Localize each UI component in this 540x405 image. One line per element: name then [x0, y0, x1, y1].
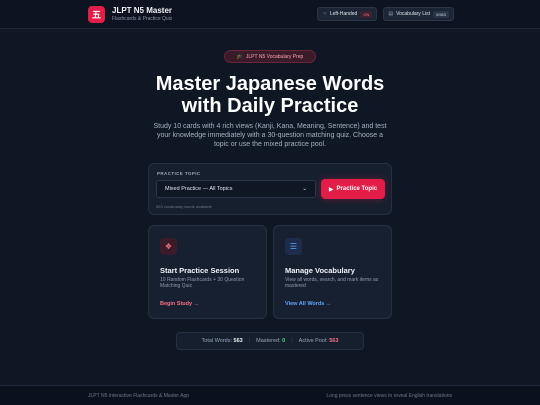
mastered-stat: Mastered: 0 — [256, 338, 285, 344]
topic-select-value: Mixed Practice — All Topics — [165, 186, 233, 192]
topic-select[interactable]: Mixed Practice — All Topics ⌄ — [156, 180, 316, 198]
total-words-stat: Total Words: 563 — [202, 338, 243, 344]
book-icon: ▤ — [388, 11, 394, 17]
total-words-value: 563 — [233, 338, 243, 344]
main-content: 🎓 JLPT N5 Vocabulary Prep Master Japanes… — [0, 29, 540, 385]
hero-badge: 🎓 JLPT N5 Vocabulary Prep — [224, 50, 316, 63]
mastered-value: 0 — [282, 338, 286, 344]
card-description: View all words, search, and mark items a… — [285, 277, 379, 289]
begin-study-link[interactable]: Begin Study → — [160, 301, 199, 307]
practice-topic-label: PRACTICE TOPIC — [157, 171, 201, 176]
chevron-down-icon: ⌄ — [302, 186, 307, 192]
footer-left-text: JLPT N5 Interactive Flashcards & Master … — [88, 392, 190, 399]
card-description: 10 Random Flashcards + 30 Question Match… — [160, 277, 245, 289]
footer: JLPT N5 Interactive Flashcards & Master … — [0, 385, 540, 405]
list-icon: ☰ — [285, 238, 302, 255]
vocabulary-list-button[interactable]: ▤ Vocabulary List 0/563 — [383, 7, 454, 21]
left-handed-toggle[interactable]: ☜ Left-Handed ON — [317, 7, 378, 21]
hero-title: Master Japanese Words with Daily Practic… — [0, 73, 540, 117]
practice-topic-card: PRACTICE TOPIC Mixed Practice — All Topi… — [148, 163, 392, 215]
words-available-note: 563 vocabulary words available — [156, 204, 212, 209]
manage-vocabulary-card[interactable]: ☰ Manage Vocabulary View all words, sear… — [273, 225, 392, 319]
vocabulary-count-badge: 0/563 — [432, 10, 449, 18]
vocabulary-list-label: Vocabulary List — [396, 11, 430, 17]
card-title: Manage Vocabulary — [285, 266, 355, 275]
play-icon: ▶ — [328, 186, 334, 193]
divider: | — [291, 338, 293, 344]
hero-title-line1: Master Japanese Words — [155, 73, 385, 95]
app-logo: 五 — [88, 5, 105, 23]
active-pool-value: 563 — [329, 338, 339, 344]
hand-icon: ☜ — [322, 11, 327, 17]
top-bar: 五 JLPT N5 Master Flashcards & Practice Q… — [0, 0, 540, 29]
top-actions: ☜ Left-Handed ON ▤ Vocabulary List 0/563 — [317, 7, 454, 21]
footer-right-text: Long press sentence views to reveal Engl… — [326, 392, 452, 399]
hero-title-line2: with Daily Practice — [181, 95, 359, 117]
brand: JLPT N5 Master Flashcards & Practice Qui… — [112, 5, 173, 22]
mastered-label: Mastered: — [256, 338, 281, 344]
app-subtitle: Flashcards & Practice Quiz — [112, 15, 173, 22]
active-pool-label: Active Pool: — [298, 338, 328, 344]
view-all-words-link[interactable]: View All Words → — [285, 301, 331, 307]
left-handed-state: ON — [360, 10, 373, 18]
total-words-label: Total Words: — [201, 338, 233, 344]
layers-icon: ❖ — [160, 238, 177, 255]
stats-bar: Total Words: 563 | Mastered: 0 | Active … — [176, 332, 364, 350]
hero-description: Study 10 cards with 4 rich views (Kanji,… — [153, 123, 387, 148]
active-pool-stat: Active Pool: 563 — [299, 338, 339, 344]
start-practice-card[interactable]: ❖ Start Practice Session 10 Random Flash… — [148, 225, 267, 319]
app-title: JLPT N5 Master — [112, 5, 173, 15]
graduation-cap-icon: 🎓 — [236, 53, 243, 60]
divider: | — [248, 338, 251, 344]
practice-topic-button[interactable]: ▶ Practice Topic — [321, 179, 385, 199]
practice-topic-button-label: Practice Topic — [336, 186, 378, 192]
card-title: Start Practice Session — [160, 266, 240, 275]
left-handed-label: Left-Handed — [329, 11, 358, 17]
hero-badge-label: JLPT N5 Vocabulary Prep — [245, 53, 304, 60]
